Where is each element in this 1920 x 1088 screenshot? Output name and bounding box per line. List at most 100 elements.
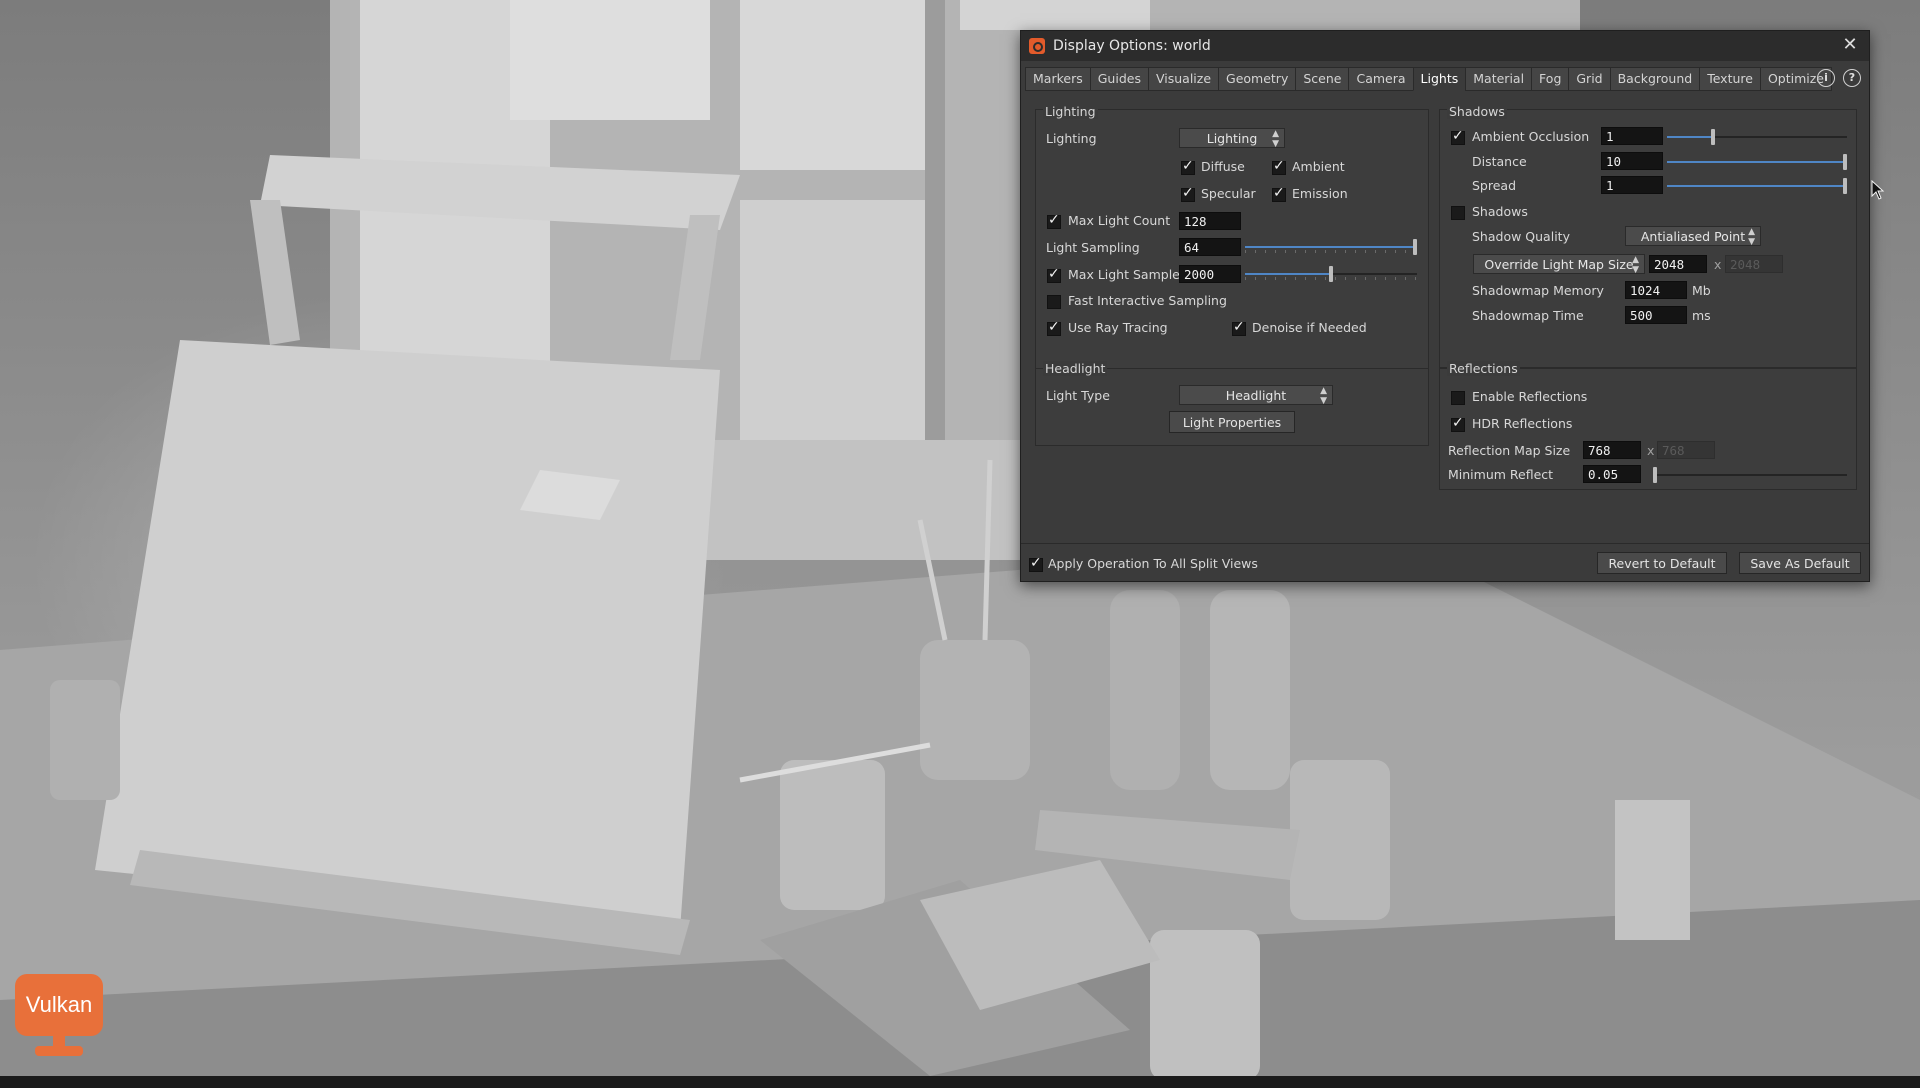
easel-leg-left [250,200,300,345]
shadow-quality-dropdown[interactable]: Antialiased Point ▲ ▼ [1625,226,1761,247]
slider-track [1653,474,1847,476]
headlight-group [1035,368,1429,446]
tab-fog[interactable]: Fog [1531,67,1570,91]
save-as-default-button[interactable]: Save As Default [1739,552,1861,574]
bottom-strip [0,1076,1920,1088]
easel-board [95,340,720,930]
max-light-count-input[interactable]: 128 [1179,212,1241,230]
bottle-left [1110,590,1180,790]
ambient-occlusion-slider[interactable] [1667,129,1847,145]
revert-to-default-button[interactable]: Revert to Default [1597,552,1727,574]
distance-label: Distance [1472,154,1527,169]
max-light-samples-checkbox[interactable] [1047,266,1061,283]
light-sampling-input[interactable]: 64 [1179,238,1241,256]
dropdown-arrows-icon: ▲ ▼ [1272,129,1279,149]
ambient-occlusion-label: Ambient Occlusion [1472,129,1590,144]
minimum-reflect-input[interactable]: 0.05 [1583,465,1641,483]
tab-grid[interactable]: Grid [1568,67,1611,91]
emission-label: Emission [1292,186,1348,201]
slider-fill [1667,136,1711,138]
light-properties-button[interactable]: Light Properties [1169,411,1295,433]
max-light-samples-slider[interactable] [1245,266,1417,282]
apply-all-split-views-checkbox[interactable] [1029,555,1043,572]
reflection-map-size-separator: x [1647,443,1655,458]
max-light-count-label: Max Light Count [1068,213,1171,228]
window-pane-lower [740,200,940,460]
vulkan-badge-base [35,1046,83,1056]
tab-bar: Markers Guides Visualize Geometry Scene … [1025,67,1833,91]
distance-input[interactable]: 10 [1601,152,1663,170]
spread-slider[interactable] [1667,178,1847,194]
tab-guides[interactable]: Guides [1089,67,1149,91]
info-icon[interactable]: i [1817,69,1835,87]
enable-reflections-checkbox[interactable] [1451,391,1465,405]
help-icon[interactable]: ? [1843,69,1861,87]
slider-fill [1245,273,1329,275]
dropdown-arrows-icon: ▲ ▼ [1320,386,1327,406]
ambient-occlusion-checkbox[interactable] [1451,128,1465,145]
tab-material[interactable]: Material [1465,67,1533,91]
bottle-right [1210,590,1290,790]
shadow-quality-value: Antialiased Point [1640,229,1746,244]
specular-checkbox[interactable] [1181,185,1195,202]
slider-knob[interactable] [1843,154,1847,170]
tab-texture[interactable]: Texture [1699,67,1761,91]
max-light-samples-input[interactable]: 2000 [1179,265,1241,283]
slider-knob[interactable] [1843,178,1847,194]
slider-knob[interactable] [1413,239,1417,255]
use-ray-tracing-label: Use Ray Tracing [1068,320,1168,335]
dropdown-arrows-icon: ▲ ▼ [1748,227,1755,247]
max-light-count-checkbox[interactable] [1047,212,1061,229]
shadowmap-memory-input[interactable]: 1024 [1625,281,1687,299]
shadows-checkbox[interactable] [1451,206,1465,220]
reflection-map-size-x-input[interactable]: 768 [1583,441,1641,459]
tab-geometry[interactable]: Geometry [1218,67,1297,91]
tab-visualize[interactable]: Visualize [1147,67,1220,91]
light-map-size-separator: x [1714,257,1722,272]
lighting-mode-dropdown[interactable]: Lighting ▲ ▼ [1179,128,1285,149]
override-light-map-size-dropdown[interactable]: Override Light Map Size ▲ ▼ [1473,254,1645,275]
slider-fill [1667,161,1843,163]
close-icon[interactable]: ✕ [1839,34,1861,56]
slider-knob[interactable] [1653,467,1657,483]
shadow-quality-label: Shadow Quality [1472,229,1570,244]
minimum-reflect-slider[interactable] [1653,467,1847,483]
shadowmap-memory-unit: Mb [1692,283,1711,298]
dialog-title: Display Options: world [1053,38,1211,54]
jar [920,640,1030,780]
tab-scene[interactable]: Scene [1295,67,1350,91]
mug-front [780,760,885,910]
slider-fill [1245,246,1413,248]
slider-knob[interactable] [1711,129,1715,145]
tab-lights[interactable]: Lights [1412,67,1467,91]
light-type-value: Headlight [1225,388,1287,403]
dialog-titlebar[interactable]: Display Options: world ✕ [1021,31,1869,61]
window-pane-mid [740,0,940,170]
spread-label: Spread [1472,178,1517,193]
hdr-reflections-checkbox[interactable] [1451,415,1465,432]
denoise-if-needed-checkbox[interactable] [1232,319,1246,336]
fast-interactive-sampling-checkbox[interactable] [1047,295,1061,309]
light-sampling-slider[interactable] [1245,239,1417,255]
light-map-size-y-input: 2048 [1725,255,1783,273]
light-map-size-x-input[interactable]: 2048 [1649,255,1707,273]
use-ray-tracing-checkbox[interactable] [1047,319,1061,336]
minimum-reflect-label: Minimum Reflect [1448,467,1554,482]
ambient-checkbox[interactable] [1272,158,1286,175]
distance-slider[interactable] [1667,154,1847,170]
tab-camera[interactable]: Camera [1348,67,1414,91]
emission-checkbox[interactable] [1272,185,1286,202]
shadowmap-time-input[interactable]: 500 [1625,306,1687,324]
light-type-dropdown[interactable]: Headlight ▲ ▼ [1179,385,1333,406]
tab-background[interactable]: Background [1609,67,1701,91]
ambient-occlusion-input[interactable]: 1 [1601,127,1663,145]
spread-input[interactable]: 1 [1601,176,1663,194]
window-pane-top [510,0,710,120]
fast-interactive-sampling-label: Fast Interactive Sampling [1068,293,1227,308]
slider-knob[interactable] [1329,266,1333,282]
shadows-label: Shadows [1472,204,1528,219]
dropdown-arrows-icon: ▲ ▼ [1632,255,1639,275]
diffuse-checkbox[interactable] [1181,158,1195,175]
vulkan-badge: Vulkan [15,974,103,1058]
tab-markers[interactable]: Markers [1025,67,1091,91]
